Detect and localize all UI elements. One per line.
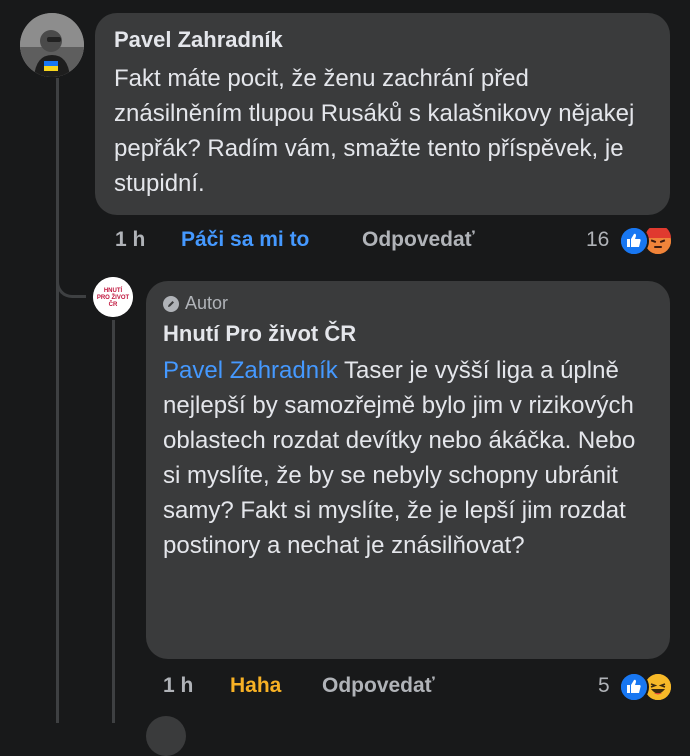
reply-button[interactable]: Odpovedať bbox=[362, 228, 475, 252]
reply-avatar[interactable]: HNUTÍ PRO ŽIVOT ČR bbox=[93, 277, 133, 317]
svg-text:ČR: ČR bbox=[109, 301, 118, 308]
haha-button[interactable]: Haha bbox=[230, 674, 281, 698]
reaction-count[interactable]: 16 bbox=[586, 228, 609, 252]
hnuti-logo-icon: HNUTÍ PRO ŽIVOT ČR bbox=[93, 277, 133, 317]
avatar[interactable] bbox=[20, 13, 84, 77]
profile-photo-icon bbox=[20, 13, 84, 77]
comment-actions: 1 h Páči sa mi to Odpovedať 16 bbox=[0, 228, 690, 258]
reply-bubble[interactable]: Autor Hnutí Pro život ČR Pavel Zahradník… bbox=[146, 281, 670, 659]
pencil-icon bbox=[163, 296, 179, 317]
reply-text: Pavel Zahradník Taser je vyšší liga a úp… bbox=[163, 353, 653, 563]
reply-time[interactable]: 1 h bbox=[163, 674, 193, 698]
next-comment-avatar[interactable] bbox=[146, 716, 186, 756]
reply-reply-button[interactable]: Odpovedať bbox=[322, 674, 435, 698]
comment-text: Fakt máte pocit, že ženu zachrání před z… bbox=[114, 65, 635, 197]
reply-author[interactable]: Hnutí Pro život ČR bbox=[163, 321, 652, 347]
svg-text:PRO ŽIVOT: PRO ŽIVOT bbox=[97, 293, 130, 301]
author-badge: Autor bbox=[185, 293, 229, 313]
comment-time[interactable]: 1 h bbox=[115, 228, 145, 252]
reply-actions: 1 h Haha Odpovedať 5 bbox=[0, 674, 690, 704]
reply-text-body: Taser je vyšší liga a úplně nejlepší by … bbox=[163, 357, 636, 559]
thread-line-branch bbox=[56, 252, 86, 298]
mention-link[interactable]: Pavel Zahradník bbox=[163, 357, 338, 384]
comment-author[interactable]: Pavel Zahradník bbox=[114, 27, 650, 53]
comment-bubble[interactable]: Pavel Zahradník Fakt máte pocit, že ženu… bbox=[95, 13, 670, 215]
like-icon[interactable] bbox=[619, 226, 649, 256]
thread-line-main bbox=[56, 78, 59, 723]
svg-text:HNUTÍ: HNUTÍ bbox=[104, 286, 123, 294]
reply-reaction-count[interactable]: 5 bbox=[598, 674, 610, 698]
like-icon[interactable] bbox=[619, 672, 649, 702]
like-button[interactable]: Páči sa mi to bbox=[181, 228, 309, 252]
thread-line-reply bbox=[112, 320, 115, 723]
